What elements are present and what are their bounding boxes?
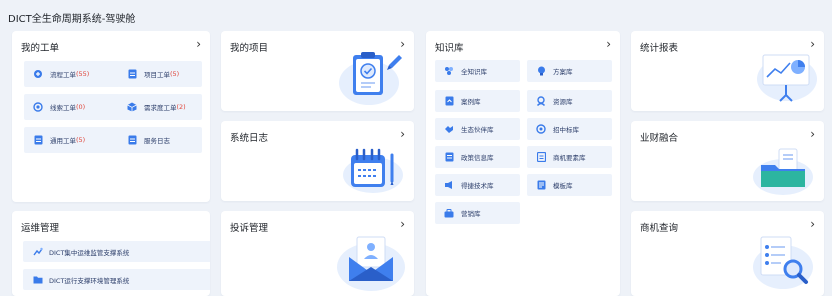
bid-icon (536, 124, 546, 134)
work-order-count: (0) (76, 103, 86, 111)
work-order-tile-project[interactable]: 项目工单 (5) (118, 61, 202, 87)
knowledge-item-label: 资源库 (553, 98, 573, 106)
target-icon (33, 102, 43, 112)
knowledge-item-label: 营销库 (461, 210, 481, 218)
statistics-title: 统计报表 (640, 43, 679, 54)
opportunity-card[interactable]: 商机查询 › (631, 211, 824, 296)
work-order-label: 流程工单 (50, 71, 76, 79)
calendar-icon (343, 148, 403, 193)
knowledge-item-label: 方案库 (553, 68, 573, 76)
system-log-title: 系统日志 (230, 133, 269, 144)
knowledge-item-label: 招中标库 (553, 126, 579, 134)
opportunity-title: 商机查询 (640, 223, 679, 234)
work-order-label: 需求度工单 (144, 104, 177, 112)
flow-icon (33, 69, 43, 79)
complaints-card[interactable]: 投诉管理 › (221, 211, 414, 296)
knowledge-arrow-icon[interactable]: › (606, 37, 611, 51)
work-order-label: 服务日志 (144, 137, 170, 145)
work-order-tile-demand[interactable]: 需求度工单 (2) (118, 94, 202, 120)
marketing-icon (444, 208, 454, 218)
knowledge-item-partner[interactable]: 生态伙伴库 (435, 118, 520, 140)
work-order-count: (55) (76, 70, 90, 78)
monitor-icon (33, 247, 43, 257)
knowledge-item-case[interactable]: 案例库 (435, 90, 520, 112)
knowledge-item-label: 商机要素库 (553, 154, 586, 162)
knowledge-item-all[interactable]: 全知识库 (435, 60, 520, 82)
bulb-icon (536, 66, 546, 76)
search-list-icon (753, 236, 813, 289)
element-icon (536, 152, 546, 162)
knowledge-item-solution[interactable]: 方案库 (527, 60, 612, 82)
mail-icon (337, 236, 405, 291)
work-order-label: 线索工单 (50, 104, 76, 112)
finance-card[interactable]: 业财融合 › (631, 121, 824, 201)
finance-title: 业财融合 (640, 133, 679, 144)
knowledge-title: 知识库 (435, 43, 464, 54)
knowledge-item-label: 案例库 (461, 98, 481, 106)
doc-icon (33, 135, 43, 145)
folder-icon (33, 275, 43, 285)
knowledge-item-bid[interactable]: 招中标库 (527, 118, 612, 140)
knowledge-item-label: 模板库 (553, 182, 573, 190)
work-orders-arrow-icon[interactable]: › (196, 37, 201, 51)
template-icon (536, 180, 546, 190)
system-log-card[interactable]: 系统日志 › (221, 121, 414, 201)
work-orders-title: 我的工单 (21, 43, 60, 54)
work-order-tile-service-log[interactable]: 服务日志 (118, 127, 202, 153)
page-title: DICT全生命周期系统-驾驶舱 (8, 14, 136, 25)
handshake-icon (444, 124, 454, 134)
operations-card: 运维管理 DICT集中运维监管支撑系统 DICT运行支撑环境管理系统 (12, 211, 210, 296)
my-projects-title: 我的项目 (230, 43, 269, 54)
knowledge-item-label: 生态伙伴库 (461, 126, 494, 134)
knowledge-item-label: 全知识库 (461, 68, 487, 76)
knowledge-item-label: 政策信息库 (461, 154, 494, 162)
doc-icon (127, 69, 137, 79)
tech-icon (444, 180, 454, 190)
knowledge-item-policy[interactable]: 政策信息库 (435, 146, 520, 168)
work-order-count: (5) (76, 136, 86, 144)
statistics-card[interactable]: 统计报表 › (631, 31, 824, 111)
clipboard-check-icon (339, 52, 402, 105)
my-projects-card[interactable]: 我的项目 › (221, 31, 414, 111)
work-order-tile-flow[interactable]: 流程工单 (55) (24, 61, 120, 87)
work-order-tile-general[interactable]: 通用工单 (5) (24, 127, 120, 153)
knowledge-item-tech[interactable]: 得捷技术库 (435, 174, 520, 196)
folder-chart-icon (753, 148, 813, 195)
knowledge-card: 知识库 › 全知识库 方案库 案例库 资源库 生态伙伴库 招中标库 政策信息库 … (426, 31, 620, 296)
work-order-count: (2) (176, 103, 186, 111)
report-board-icon (757, 54, 817, 102)
work-order-label: 通用工单 (50, 137, 76, 145)
operations-item-label: DICT集中运维监管支撑系统 (49, 248, 130, 257)
complaints-title: 投诉管理 (230, 223, 269, 234)
resource-icon (536, 96, 546, 106)
knowledge-item-label: 得捷技术库 (461, 182, 494, 190)
case-icon (444, 96, 454, 106)
work-order-tile-lead[interactable]: 线索工单 (0) (24, 94, 120, 120)
work-order-label: 项目工单 (144, 71, 170, 79)
knowledge-item-template[interactable]: 模板库 (527, 174, 612, 196)
cube-icon (127, 102, 137, 112)
knowledge-item-resource[interactable]: 资源库 (527, 90, 612, 112)
operations-title: 运维管理 (21, 223, 60, 234)
knowledge-item-element[interactable]: 商机要素库 (527, 146, 612, 168)
knowledge-item-marketing[interactable]: 营销库 (435, 202, 520, 224)
doc-icon (127, 135, 137, 145)
policy-icon (444, 152, 454, 162)
work-orders-card: 我的工单 › 流程工单 (55) 项目工单 (5) 线索工单 (0) 需求度工单 (2)… (12, 31, 210, 202)
operations-item-monitor[interactable]: DICT集中运维监管支撑系统 (23, 241, 210, 262)
operations-item-env[interactable]: DICT运行支撑环境管理系统 (23, 269, 210, 290)
apps-icon (444, 66, 454, 76)
work-order-count: (5) (170, 70, 180, 78)
operations-item-label: DICT运行支撑环境管理系统 (49, 276, 130, 285)
